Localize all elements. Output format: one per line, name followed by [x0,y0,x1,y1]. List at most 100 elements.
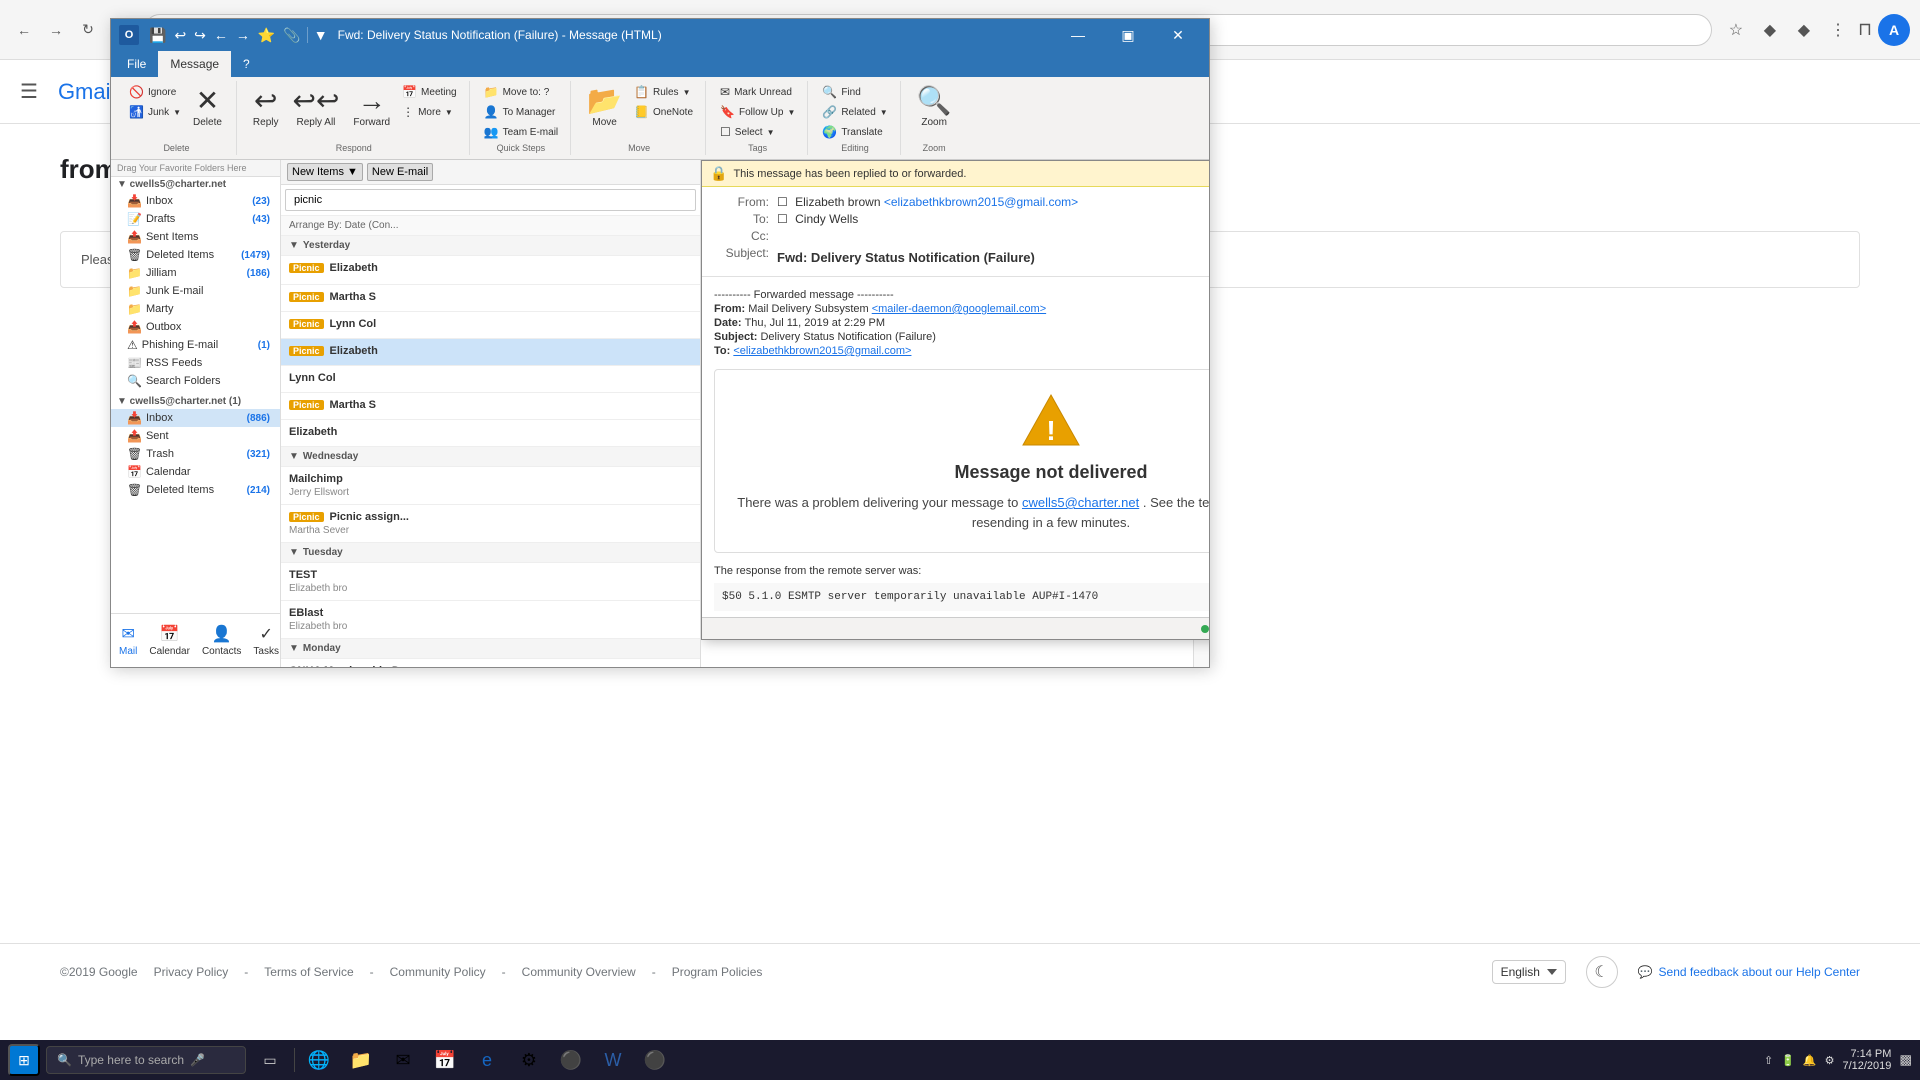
msg-item-11[interactable]: EBlast Elizabeth bro [281,601,700,639]
ndr-email-link[interactable]: cwells5@charter.net [1022,495,1139,510]
msg-item-2[interactable]: Picnic Martha S [281,285,700,312]
msg-item-12[interactable]: GNHA Membership Dues Mon 9:53 PM Jerry E… [281,659,700,667]
folder-deleted-2[interactable]: 🗑 Deleted Items (214) [111,481,280,499]
bookmark-button[interactable]: ☆ [1722,16,1750,44]
fwd-to-email[interactable]: <elizabethkbrown2015@gmail.com> [733,345,911,357]
msg-group-wednesday[interactable]: ▼ Wednesday [281,447,700,467]
menu-button[interactable]: ⋮ [1824,16,1852,44]
msg-item-5[interactable]: Lynn Col [281,366,700,393]
taskbar-search[interactable]: 🔍 Type here to search 🎤 [46,1046,246,1074]
msg-item-10[interactable]: TEST Elizabeth bro [281,563,700,601]
qa-save[interactable]: 💾 [147,25,168,46]
start-button[interactable]: ⊞ [8,1044,40,1076]
privacy-policy-link[interactable]: Privacy Policy [154,965,229,979]
brightness-button[interactable]: ☾ [1586,956,1618,988]
ribbon-junk-btn[interactable]: 🚮 Junk ▼ [125,103,185,121]
close-button[interactable]: ✕ [1155,19,1201,51]
folder-phishing[interactable]: ⚠ Phishing E-mail (1) [111,336,280,354]
msg-group-monday[interactable]: ▼ Monday [281,639,700,659]
ribbon-follow-up-btn[interactable]: 🔖 Follow Up ▼ [716,103,799,121]
ribbon-reply-btn[interactable]: ↩ Reply [247,83,285,132]
folder-rss[interactable]: 📰 RSS Feeds [111,354,280,372]
ribbon-tab-file[interactable]: File [115,51,158,77]
folder-search-folders[interactable]: 🔍 Search Folders [111,372,280,390]
ribbon-forward-btn[interactable]: → Forward [347,83,396,132]
nav-mail-btn[interactable]: ✉ Mail [115,618,141,663]
ribbon-reply-all-btn[interactable]: ↩↩ Reply All [286,83,345,132]
ribbon-mark-unread-btn[interactable]: ✉ Mark Unread [716,83,799,101]
language-selector[interactable]: English [1492,960,1566,984]
taskbar-clock[interactable]: 7:14 PM 7/12/2019 [1842,1048,1891,1072]
msg-item-4[interactable]: Picnic Elizabeth [281,339,700,366]
folder-junk[interactable]: 📁 Junk E-mail [111,282,280,300]
ribbon-find-btn[interactable]: 🔍 Find [818,83,891,101]
maximize-button[interactable]: ▣ [1105,19,1151,51]
profile-avatar[interactable]: A [1878,14,1910,46]
community-overview-link[interactable]: Community Overview [522,965,636,979]
forward-button[interactable]: → [42,16,70,44]
ribbon-more-btn[interactable]: ⋮ More ▼ [398,103,461,121]
qa-star[interactable]: ⭐ [256,25,277,46]
ribbon-onenote-btn[interactable]: 📒 OneNote [630,103,697,121]
ribbon-team-email-btn[interactable]: 👥 Team E-mail [480,123,563,141]
folder-jilliam[interactable]: 📁 Jilliam (186) [111,264,280,282]
folder-deleted-1[interactable]: 🗑 Deleted Items (1479) [111,246,280,264]
program-policies-link[interactable]: Program Policies [672,965,763,979]
msg-item-6[interactable]: Picnic Martha S [281,393,700,420]
ribbon-delete-btn[interactable]: ✕ Delete [187,83,228,132]
extension-btn-2[interactable]: ◆ [1790,16,1818,44]
minimize-button[interactable]: — [1055,19,1101,51]
msg-item-9[interactable]: Picnic Picnic assign... Martha Sever [281,505,700,543]
calendar-taskbar-btn[interactable]: 📅 [427,1042,463,1078]
folder-drafts[interactable]: 📝 Drafts (43) [111,210,280,228]
word-btn[interactable]: W [595,1042,631,1078]
message-search-box[interactable] [281,185,700,216]
explorer-btn[interactable]: 📁 [343,1042,379,1078]
ribbon-tab-help[interactable]: ? [231,51,262,77]
ribbon-select-btn[interactable]: ☐ Select ▼ [716,123,799,141]
qa-attach[interactable]: 📎 [281,25,302,46]
qa-dropdown[interactable]: ▼ [312,25,330,45]
from-checkbox[interactable]: ☐ [777,195,788,209]
reload-button[interactable]: ↻ [74,16,102,44]
ribbon-move-to-btn[interactable]: 📁 Move to: ? [480,83,563,101]
folder-outbox[interactable]: 📤 Outbox [111,318,280,336]
folder-marty[interactable]: 📁 Marty [111,300,280,318]
back-button[interactable]: ← [10,16,38,44]
folder-inbox-1[interactable]: 📥 Inbox (23) [111,192,280,210]
community-policy-link[interactable]: Community Policy [390,965,486,979]
folder-account-2[interactable]: ▼ cwells5@charter.net (1) [111,394,280,409]
new-items-btn[interactable]: New Items ▼ [287,163,363,181]
msg-item-8[interactable]: Mailchimp Jerry Ellswort [281,467,700,505]
ribbon-tab-message[interactable]: Message [158,51,231,77]
message-search-input[interactable] [285,189,696,211]
folder-sent[interactable]: 📤 Sent Items [111,228,280,246]
ribbon-rules-btn[interactable]: 📋 Rules ▼ [630,83,697,101]
extension-btn-1[interactable]: ◆ [1756,16,1784,44]
folder-calendar[interactable]: 📅 Calendar [111,463,280,481]
settings-btn[interactable]: ⚙ [511,1042,547,1078]
green-btn[interactable]: ⚫ [637,1042,673,1078]
msg-item-1[interactable]: Picnic Elizabeth [281,256,700,285]
ribbon-zoom-btn[interactable]: 🔍 Zoom [911,83,958,132]
nav-calendar-btn[interactable]: 📅 Calendar [145,618,194,663]
msg-group-yesterday[interactable]: ▼ Yesterday [281,236,700,256]
drag-folders-bar[interactable]: Drag Your Favorite Folders Here [111,160,280,177]
folder-inbox-2[interactable]: 📥 Inbox (886) [111,409,280,427]
qa-redo[interactable]: ↪ [192,25,208,46]
qa-undo[interactable]: ↩ [172,25,188,46]
ribbon-ignore-btn[interactable]: 🚫 Ignore [125,83,185,101]
new-email-btn[interactable]: New E-mail [367,163,433,181]
folder-trash[interactable]: 🗑 Trash (321) [111,445,280,463]
folder-account-1[interactable]: ▼ cwells5@charter.net [111,177,280,192]
show-desktop-btn[interactable]: ▩ [1899,1052,1912,1068]
edge-btn[interactable]: 🌐 [301,1042,337,1078]
folder-sent-2[interactable]: 📤 Sent [111,427,280,445]
google-apps-icon[interactable]: ⊓ [1858,19,1872,40]
qa-fwd-btn[interactable]: → [234,25,252,45]
nav-tasks-btn[interactable]: ✓ Tasks [249,618,283,663]
msg-item-7[interactable]: Elizabeth [281,420,700,447]
ribbon-move-btn[interactable]: 📂 Move [581,83,628,132]
to-checkbox[interactable]: ☐ [777,212,788,226]
chrome-btn[interactable]: ⚫ [553,1042,589,1078]
